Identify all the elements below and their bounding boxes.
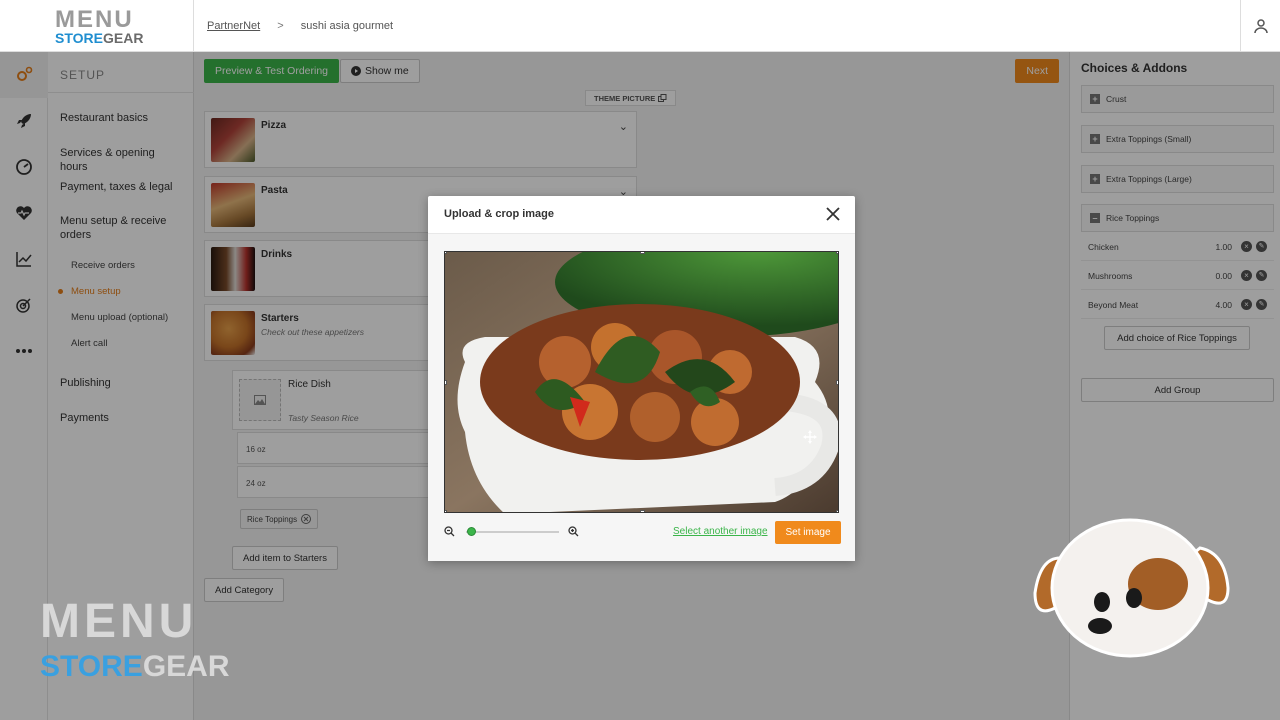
watermark-menu-text: MENU: [40, 595, 198, 648]
crop-handle-n[interactable]: [640, 252, 645, 254]
crop-handle-sw[interactable]: [445, 510, 447, 512]
zoom-control: [444, 525, 584, 539]
breadcrumb-separator: >: [277, 20, 284, 32]
watermark-storegear-text: STOREGEAR: [40, 650, 230, 683]
top-bar: MENU STOREGEAR PartnerNet > sushi asia g…: [0, 0, 1280, 52]
crop-handle-se[interactable]: [836, 510, 838, 512]
breadcrumb-partnernet-link[interactable]: PartnerNet: [207, 20, 260, 32]
breadcrumb: PartnerNet > sushi asia gourmet: [207, 20, 393, 32]
user-switch-icon: [1253, 19, 1268, 34]
dialog-body: Select another image Set image: [428, 234, 855, 561]
zoom-in-icon[interactable]: [568, 526, 579, 537]
dialog-header: Upload & crop image: [428, 196, 855, 234]
food-photo: [445, 252, 838, 512]
dialog-title: Upload & crop image: [444, 208, 555, 220]
zoom-slider-handle[interactable]: [466, 527, 476, 536]
close-icon[interactable]: [825, 206, 841, 222]
crop-area[interactable]: [444, 251, 839, 513]
crop-handle-w[interactable]: [445, 380, 447, 385]
brand-watermark: MENU STOREGEAR: [40, 598, 240, 698]
crop-handle-nw[interactable]: [445, 252, 447, 254]
logo-text-store: STOREGEAR: [55, 30, 144, 46]
move-cursor-icon: [803, 430, 817, 444]
puppy-avatar: [1033, 518, 1230, 658]
select-another-image-link[interactable]: Select another image: [673, 526, 768, 537]
account-menu-button[interactable]: [1240, 0, 1280, 52]
app-logo[interactable]: MENU STOREGEAR: [0, 0, 194, 52]
crop-handle-e[interactable]: [836, 380, 838, 385]
crop-handle-s[interactable]: [640, 510, 645, 512]
upload-crop-dialog: Upload & crop image Select another image…: [428, 196, 855, 561]
zoom-slider-track[interactable]: [466, 531, 559, 533]
crop-handle-ne[interactable]: [836, 252, 838, 254]
zoom-out-icon[interactable]: [444, 526, 455, 537]
breadcrumb-current: sushi asia gourmet: [300, 20, 394, 32]
set-image-button[interactable]: Set image: [775, 521, 841, 544]
